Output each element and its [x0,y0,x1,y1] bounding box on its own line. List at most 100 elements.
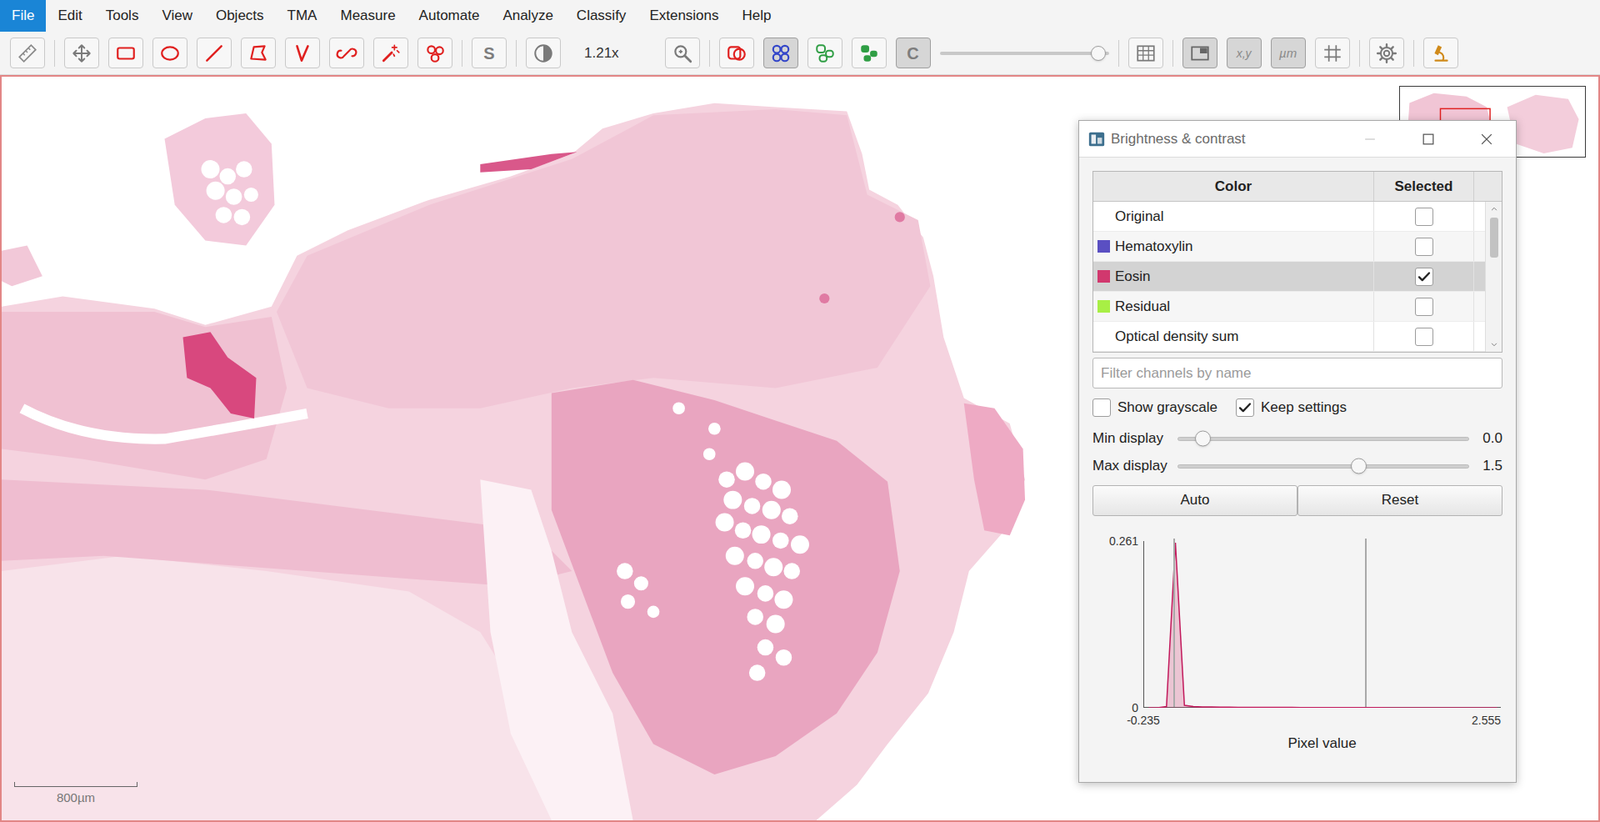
ellipse-tool-button[interactable] [152,37,188,69]
checkbox[interactable] [1415,267,1434,286]
measure-button[interactable] [10,37,45,69]
log-button[interactable] [1423,37,1459,69]
move-tool-button[interactable] [64,37,100,69]
display-sliders: Min display0.0Max display1.5 [1092,425,1503,480]
checkbox[interactable] [1415,237,1434,256]
rectangle-tool-button[interactable] [108,37,144,69]
button-label: S [483,45,495,62]
maximize-button[interactable] [1399,120,1458,157]
brightness-contrast-button[interactable] [525,37,561,69]
slider-thumb[interactable] [1090,45,1106,61]
column-header[interactable]: Color [1093,171,1375,201]
color-swatch [1097,240,1110,253]
checkbox[interactable] [1415,297,1434,316]
wand-tool-button[interactable] [373,37,409,69]
slider-row: Min display0.0 [1092,425,1503,453]
selected-cell [1374,261,1475,291]
zoom-to-fit-button[interactable] [665,37,700,69]
menu-item[interactable]: File [0,0,46,32]
table-rows: OriginalHematoxylinEosinResidualOptical … [1093,201,1485,352]
scale-bar-line [14,781,138,787]
show-detections-button[interactable] [807,37,843,69]
menu-item[interactable]: Help [730,0,784,32]
minimize-icon [1361,130,1379,148]
checkbox[interactable] [1415,327,1434,346]
show-grid-button[interactable] [1315,37,1350,69]
option-checkbox[interactable]: Keep settings [1235,396,1347,419]
wand-icon [380,42,402,65]
gear-icon [1375,42,1398,65]
toolbar: S1.21xCx,yµm [0,31,1600,75]
table-row[interactable]: Optical density sum [1093,321,1485,352]
close-button[interactable] [1457,120,1516,157]
menu-item[interactable]: View [150,0,205,32]
display-range-line [1173,538,1175,707]
preferences-button[interactable] [1369,37,1405,69]
menu-item[interactable]: TMA [275,0,330,32]
channel-cell: Optical density sum [1093,321,1375,351]
checkbox[interactable] [1235,398,1255,417]
menu-item[interactable]: Measure [328,0,407,32]
scrollbar[interactable] [1485,201,1502,352]
display-slider[interactable] [1177,455,1470,476]
header-filler [1474,171,1502,201]
table-row[interactable]: Hematoxylin [1093,231,1485,262]
maximize-icon [1420,130,1437,148]
scale-bar: 800µm [14,781,138,805]
table-row[interactable]: Original [1093,201,1485,232]
scroll-up-icon[interactable] [1488,203,1500,215]
option-label: Show grayscale [1117,396,1218,419]
y-axis: 0.2610 [1092,540,1144,708]
column-header[interactable]: Selected [1374,171,1475,201]
show-annotations-button[interactable] [719,37,755,69]
x-axis: -0.2352.555 [1143,712,1501,730]
show-overview-button[interactable] [1182,37,1218,69]
menu-item[interactable]: Objects [204,0,276,32]
button-label: µm [1279,46,1297,60]
slider-thumb[interactable] [1350,458,1367,475]
polyline-tool-button[interactable] [285,37,320,69]
checkbox[interactable] [1415,207,1434,226]
menu-item[interactable]: Automate [407,0,492,32]
brush-tool-button[interactable] [329,37,365,69]
option-checkbox[interactable]: Show grayscale [1092,396,1218,419]
table-row[interactable]: Eosin [1093,261,1485,292]
y-tick-label: 0 [1131,700,1139,715]
slider-thumb[interactable] [1195,430,1211,447]
dialog-title: Brightness & contrast [1110,128,1341,150]
x-tick-label: 2.555 [1471,712,1501,728]
filter-field[interactable] [1092,357,1503,389]
fill-detections-button[interactable] [851,37,887,69]
x-tick-label: -0.235 [1126,712,1160,728]
polygon-tool-button[interactable] [240,37,276,69]
checkbox[interactable] [1092,398,1111,417]
show-connections-button[interactable]: C [895,37,931,69]
channel-cell: Original [1093,201,1375,231]
show-tma-grid-button[interactable] [763,37,799,69]
opacity-slider[interactable] [940,43,1110,64]
line-tool-button[interactable] [196,37,232,69]
table-row[interactable]: Residual [1093,291,1485,322]
selected-cell [1374,321,1475,351]
minimize-button[interactable] [1340,120,1400,157]
display-slider[interactable] [1177,428,1470,449]
selected-cell [1374,231,1475,261]
menu-item[interactable]: Analyze [490,0,565,32]
toolbar-separator [461,40,463,67]
rectangle-icon [115,42,137,65]
scroll-thumb[interactable] [1490,217,1499,258]
menu-item[interactable]: Extensions [637,0,730,32]
show-scalebar-button[interactable]: µm [1270,37,1306,69]
reset-button[interactable]: Reset [1297,485,1503,516]
menu-bar: FileEditToolsViewObjectsTMAMeasureAutoma… [0,0,1600,32]
measurement-table-button[interactable] [1128,37,1164,69]
auto-button[interactable]: Auto [1092,485,1298,516]
contrast-icon [532,42,555,65]
show-coordinates-button[interactable]: x,y [1226,37,1262,69]
scroll-down-icon[interactable] [1488,338,1500,350]
menu-item[interactable]: Tools [94,0,151,32]
points-tool-button[interactable] [417,37,453,69]
selection-mode-button[interactable]: S [471,37,507,69]
menu-item[interactable]: Edit [45,0,94,32]
menu-item[interactable]: Classify [565,0,639,32]
